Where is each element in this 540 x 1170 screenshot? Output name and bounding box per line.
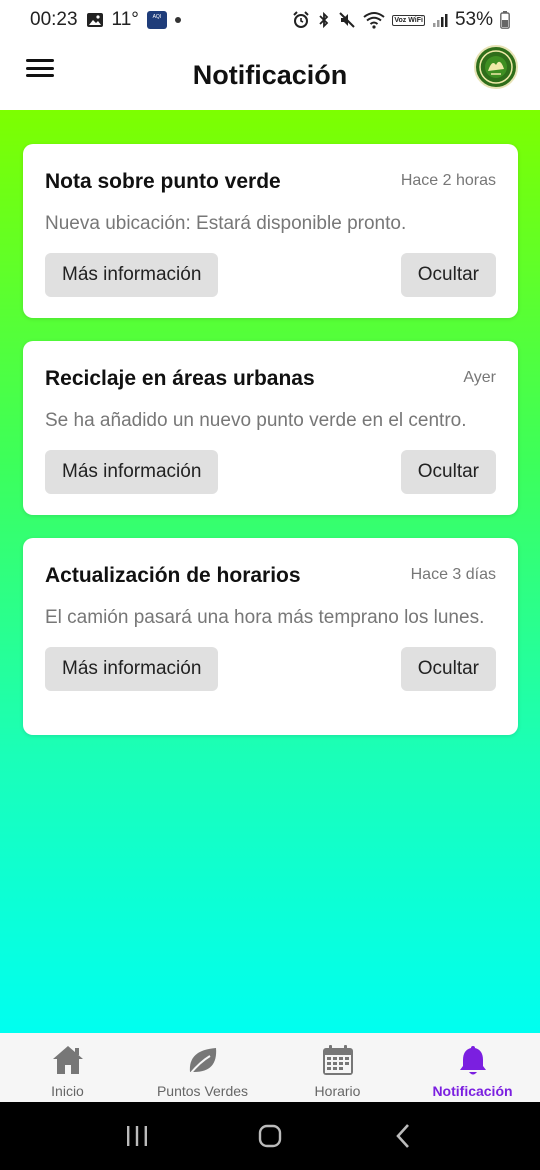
more-info-button[interactable]: Más información — [45, 450, 219, 494]
status-temperature: 11° — [111, 9, 139, 30]
notifications-list[interactable]: Nota sobre punto verde Hace 2 horas Nuev… — [0, 110, 540, 1033]
system-nav-bar — [0, 1102, 540, 1170]
battery-icon — [500, 11, 510, 29]
notification-card: Reciclaje en áreas urbanas Ayer Se ha añ… — [23, 341, 518, 515]
nav-item-notificacion[interactable]: Notificación — [405, 1033, 540, 1102]
notification-dot-icon — [174, 17, 181, 23]
battery-percent: 53% — [454, 9, 493, 30]
status-bar: 00:23 11° AQI Voz WiFi 53% — [0, 0, 540, 40]
back-icon[interactable] — [383, 1116, 423, 1156]
notification-title: Reciclaje en áreas urbanas — [45, 367, 315, 390]
bluetooth-icon — [317, 11, 331, 29]
status-left: 00:23 11° AQI — [30, 9, 181, 31]
leaf-icon — [186, 1043, 220, 1077]
status-right: Voz WiFi 53% — [292, 9, 510, 31]
recent-apps-icon[interactable] — [117, 1116, 157, 1156]
page-title: Notificación — [192, 59, 348, 90]
signal-icon — [432, 12, 448, 28]
alarm-icon — [292, 11, 310, 29]
notification-title: Actualización de horarios — [45, 564, 301, 587]
menu-line — [26, 74, 54, 77]
wifi-icon — [363, 11, 385, 29]
bottom-nav: Inicio Puntos Verdes Horario Notificació… — [0, 1033, 540, 1102]
hide-button[interactable]: Ocultar — [400, 450, 496, 494]
notification-time: Hace 3 días — [410, 566, 496, 583]
notification-card: Actualización de horarios Hace 3 días El… — [23, 538, 518, 735]
notification-card: Nota sobre punto verde Hace 2 horas Nuev… — [23, 144, 518, 318]
notification-title: Nota sobre punto verde — [45, 170, 281, 193]
notification-message: El camión pasará una hora más temprano l… — [45, 607, 485, 628]
calendar-icon — [321, 1043, 355, 1077]
aqi-icon: AQI — [146, 11, 167, 29]
home-icon — [51, 1043, 85, 1077]
hide-button[interactable]: Ocultar — [400, 253, 496, 297]
more-info-button[interactable]: Más información — [45, 647, 219, 691]
menu-line — [26, 59, 54, 62]
notification-time: Hace 2 horas — [400, 172, 496, 189]
home-button-icon[interactable] — [250, 1116, 290, 1156]
nav-label: Horario — [314, 1083, 361, 1099]
menu-line — [26, 66, 54, 70]
nav-label: Inicio — [51, 1083, 84, 1099]
hide-button[interactable]: Ocultar — [400, 647, 496, 691]
mute-icon — [338, 11, 356, 29]
nav-label: Puntos Verdes — [156, 1083, 249, 1099]
menu-icon[interactable] — [26, 56, 54, 80]
status-time: 00:23 — [30, 9, 78, 30]
notification-message: Se ha añadido un nuevo punto verde en el… — [45, 410, 467, 431]
app-header: Notificación — [0, 40, 540, 110]
nav-item-inicio[interactable]: Inicio — [0, 1033, 135, 1102]
aqi-label: AQI — [152, 14, 162, 20]
more-info-button[interactable]: Más información — [45, 253, 219, 297]
nav-label: Notificación — [432, 1083, 513, 1099]
nav-item-puntos-verdes[interactable]: Puntos Verdes — [135, 1033, 270, 1102]
notification-time: Ayer — [463, 369, 496, 386]
voz-wifi-badge: Voz WiFi — [392, 14, 425, 26]
notification-message: Nueva ubicación: Estará disponible pront… — [45, 213, 407, 234]
logo-icon[interactable] — [474, 45, 518, 89]
bell-icon — [456, 1043, 490, 1077]
gallery-icon — [86, 12, 104, 28]
nav-item-horario[interactable]: Horario — [270, 1033, 405, 1102]
